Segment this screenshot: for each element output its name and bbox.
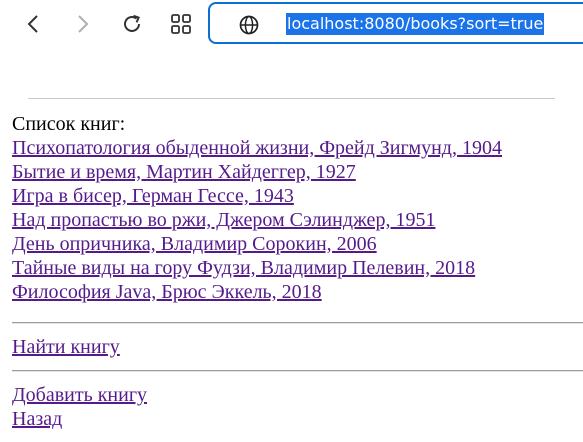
book-list: Психопатология обыденной жизни, Фрейд Зи…: [12, 136, 582, 304]
page-content: Список книг: Психопатология обыденной жи…: [12, 112, 582, 304]
list-item: Игра в бисер, Герман Гессе, 1943: [12, 184, 582, 208]
book-link[interactable]: Игра в бисер, Герман Гессе, 1943: [12, 185, 294, 207]
book-link[interactable]: Тайные виды на гору Фудзи, Владимир Пеле…: [12, 257, 475, 279]
forward-button[interactable]: [66, 8, 98, 40]
list-title: Список книг:: [12, 113, 126, 135]
browser-toolbar: localhost:8080/books?sort=true: [0, 0, 583, 48]
book-link[interactable]: Философия Java, Брюс Эккель, 2018: [12, 281, 322, 303]
book-link[interactable]: Над пропастью во ржи, Джером Сэлинджер, …: [12, 209, 435, 231]
globe-icon: [239, 15, 259, 35]
list-item: День опричника, Владимир Сорокин, 2006: [12, 232, 582, 256]
url-text[interactable]: localhost:8080/books?sort=true: [286, 13, 545, 35]
back-row: Назад: [12, 407, 62, 431]
list-item: Над пропастью во ржи, Джером Сэлинджер, …: [12, 208, 582, 232]
book-link[interactable]: Психопатология обыденной жизни, Фрейд Зи…: [12, 137, 502, 159]
back-button[interactable]: [18, 8, 50, 40]
add-book-row: Добавить книгу: [12, 383, 147, 407]
back-link[interactable]: Назад: [12, 408, 62, 430]
toolbar-divider: [0, 98, 583, 99]
list-item: Тайные виды на гору Фудзи, Владимир Пеле…: [12, 256, 582, 280]
divider: [12, 370, 583, 372]
find-book-row: Найти книгу: [12, 335, 120, 359]
reload-button[interactable]: [116, 8, 148, 40]
find-book-link[interactable]: Найти книгу: [12, 336, 120, 358]
reload-icon: [124, 14, 140, 32]
list-item: Психопатология обыденной жизни, Фрейд Зи…: [12, 136, 582, 160]
book-link[interactable]: День опричника, Владимир Сорокин, 2006: [12, 233, 377, 255]
apps-grid-icon: [171, 14, 191, 34]
list-item: Философия Java, Брюс Эккель, 2018: [12, 280, 582, 304]
apps-button[interactable]: [165, 8, 197, 40]
forward-arrow-icon: [78, 15, 89, 33]
book-link[interactable]: Бытие и время, Мартин Хайдеггер, 1927: [12, 161, 356, 183]
address-bar[interactable]: localhost:8080/books?sort=true: [208, 2, 583, 44]
list-item: Бытие и время, Мартин Хайдеггер, 1927: [12, 160, 582, 184]
add-book-link[interactable]: Добавить книгу: [12, 384, 147, 406]
divider: [12, 322, 583, 324]
back-arrow-icon: [27, 15, 38, 33]
